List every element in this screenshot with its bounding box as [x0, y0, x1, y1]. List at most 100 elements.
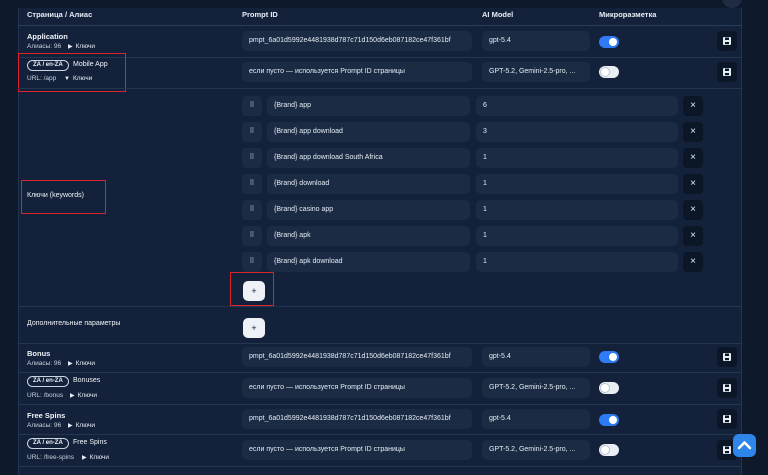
prompt-id-field[interactable]: если пусто — используется Prompt ID стра… [242, 440, 472, 460]
keyword-input[interactable]: {Brand} app download [267, 122, 470, 142]
ai-model-field[interactable]: gpt-5.4 [482, 347, 590, 367]
markup-switch[interactable] [599, 444, 619, 456]
row-divider [18, 404, 742, 405]
markup-switch[interactable] [599, 414, 619, 426]
header-markup: Микроразметка [599, 10, 657, 19]
ai-model-field[interactable]: gpt-5.4 [482, 409, 590, 429]
locale-badge: ZA / en-ZA [27, 376, 69, 387]
save-icon [723, 384, 731, 392]
remove-keyword-button[interactable]: × [683, 96, 703, 116]
highlight-box-keywords [21, 180, 106, 214]
alias-name: Bonuses [73, 377, 101, 384]
top-strip [0, 0, 768, 8]
drag-handle-icon[interactable]: ⠿ [242, 252, 262, 272]
keyword-value-input[interactable]: 1 [476, 200, 678, 220]
save-button[interactable] [717, 31, 737, 51]
triangle-right-icon: ▶ [68, 423, 73, 429]
keywords-toggle-bonus[interactable]: ▶ Ключи [68, 360, 95, 367]
keywords-toggle-label: Ключи [89, 454, 109, 461]
remove-keyword-button[interactable]: × [683, 252, 703, 272]
markup-switch[interactable] [599, 66, 619, 78]
keyword-input[interactable]: {Brand} app download South Africa [267, 148, 470, 168]
highlight-box-alias [18, 53, 126, 92]
aliases-count: Алиасы: 96 [27, 43, 62, 50]
row-divider [18, 343, 742, 344]
drag-handle-icon[interactable]: ⠿ [242, 148, 262, 168]
row-divider [18, 372, 742, 373]
keyword-value-input[interactable]: 1 [476, 252, 678, 272]
row-divider [18, 434, 742, 435]
keyword-value-input[interactable]: 3 [476, 122, 678, 142]
prompt-id-field[interactable]: pmpt_6a01d5992e4481938d787c71d150d6eb087… [242, 31, 472, 51]
keyword-input[interactable]: {Brand} download [267, 174, 470, 194]
keyword-value-input[interactable]: 1 [476, 148, 678, 168]
keyword-value-input[interactable]: 6 [476, 96, 678, 116]
keywords-toggle-application[interactable]: ▶ Ключи [68, 43, 95, 50]
drag-handle-icon[interactable]: ⠿ [242, 200, 262, 220]
extra-params-label: Дополнительные параметры [27, 320, 121, 327]
locale-badge: ZA / en-ZA [27, 438, 69, 449]
row-divider [18, 57, 742, 58]
keywords-toggle-label: Ключи [75, 43, 95, 50]
remove-keyword-button[interactable]: × [683, 226, 703, 246]
keyword-input[interactable]: {Brand} apk download [267, 252, 470, 272]
save-button[interactable] [717, 62, 737, 82]
switch-knob [601, 384, 609, 392]
save-button[interactable] [717, 409, 737, 429]
remove-keyword-button[interactable]: × [683, 122, 703, 142]
prompt-id-field[interactable]: pmpt_6a01d5992e4481938d787c71d150d6eb087… [242, 409, 472, 429]
markup-switch[interactable] [599, 36, 619, 48]
header-ai-model: AI Model [482, 10, 514, 19]
switch-knob [601, 68, 609, 76]
highlight-box-add-keyword [230, 272, 274, 306]
aliases-count: Алиасы: 96 [27, 360, 62, 367]
row-divider [18, 466, 742, 467]
markup-switch[interactable] [599, 382, 619, 394]
save-icon [723, 37, 731, 45]
header-divider [18, 25, 742, 26]
drag-handle-icon[interactable]: ⠿ [242, 96, 262, 116]
prompt-id-field[interactable]: если пусто — используется Prompt ID стра… [242, 378, 472, 398]
keywords-toggle-free-spins[interactable]: ▶ Ключи [68, 422, 95, 429]
drag-handle-icon[interactable]: ⠿ [242, 174, 262, 194]
save-icon [723, 68, 731, 76]
triangle-right-icon: ▶ [68, 361, 73, 367]
ai-model-field[interactable]: gpt-5.4 [482, 31, 590, 51]
page-title-bonus: Bonus [27, 349, 51, 358]
save-icon [723, 446, 731, 454]
add-extra-param-button[interactable]: + [243, 318, 265, 338]
keywords-toggle-bonuses[interactable]: ▶ Ключи [70, 392, 97, 399]
keywords-toggle-label: Ключи [75, 422, 95, 429]
save-icon [723, 353, 731, 361]
drag-handle-icon[interactable]: ⠿ [242, 122, 262, 142]
drag-handle-icon[interactable]: ⠿ [242, 226, 262, 246]
alias-url: URL: /free-spins [27, 454, 74, 461]
alias-url: URL: /bonus [27, 392, 64, 399]
save-button[interactable] [717, 347, 737, 367]
remove-keyword-button[interactable]: × [683, 148, 703, 168]
remove-keyword-button[interactable]: × [683, 174, 703, 194]
switch-knob [609, 38, 617, 46]
ai-model-field[interactable]: GPT-5.2, Gemini-2.5-pro, ... [482, 62, 590, 82]
keyword-input[interactable]: {Brand} casino app [267, 200, 470, 220]
header-page-alias: Страница / Алиас [27, 10, 93, 19]
save-button[interactable] [717, 378, 737, 398]
keyword-value-input[interactable]: 1 [476, 226, 678, 246]
alias-name: Free Spins [73, 439, 107, 446]
remove-keyword-button[interactable]: × [683, 200, 703, 220]
ai-model-field[interactable]: GPT-5.2, Gemini-2.5-pro, ... [482, 440, 590, 460]
prompt-id-field[interactable]: если пусто — используется Prompt ID стра… [242, 62, 472, 82]
scroll-to-top-button[interactable] [733, 434, 756, 457]
switch-knob [609, 416, 617, 424]
markup-switch[interactable] [599, 351, 619, 363]
keyword-value-input[interactable]: 1 [476, 174, 678, 194]
triangle-right-icon: ▶ [82, 455, 87, 461]
ai-model-field[interactable]: GPT-5.2, Gemini-2.5-pro, ... [482, 378, 590, 398]
keyword-input[interactable]: {Brand} app [267, 96, 470, 116]
aliases-count: Алиасы: 96 [27, 422, 62, 429]
keywords-toggle-label: Ключи [77, 392, 97, 399]
keywords-toggle-free-spins-alias[interactable]: ▶ Ключи [82, 454, 109, 461]
prompt-id-field[interactable]: pmpt_6a01d5992e4481938d787c71d150d6eb087… [242, 347, 472, 367]
switch-knob [601, 446, 609, 454]
keyword-input[interactable]: {Brand} apk [267, 226, 470, 246]
